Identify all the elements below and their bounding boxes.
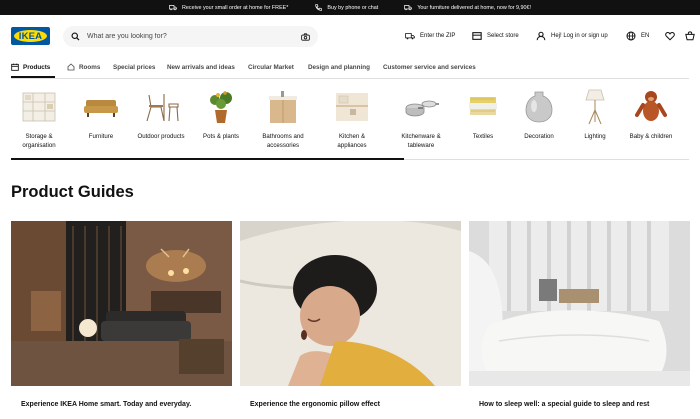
header-actions: Enter the ZIP Select store Hej! Log in o…: [405, 28, 699, 44]
delivery-truck-icon: [404, 5, 413, 11]
category-pots-plants[interactable]: Pots & plants: [193, 87, 249, 141]
tab-label: Design and planning: [308, 63, 370, 71]
guide-card-title[interactable]: Experience IKEA Home smart. Today and ev…: [21, 401, 191, 408]
heart-icon: [665, 32, 675, 41]
storage-image: [19, 87, 59, 127]
login-button[interactable]: Hej! Log in or sign up: [536, 31, 626, 41]
main-nav: Products Rooms Special prices New arriva…: [11, 58, 483, 78]
kitchen-image: [332, 87, 372, 127]
delivery-truck-icon: [169, 5, 177, 11]
living-room-image: [11, 221, 232, 386]
promo-text: Buy by phone or chat: [327, 4, 379, 11]
tab-special-prices[interactable]: Special prices: [113, 58, 167, 76]
promo-item-phone[interactable]: Buy by phone or chat: [314, 4, 378, 11]
guide-card-pillow[interactable]: Experience the ergonomic pillow effect: [240, 221, 461, 408]
user-icon: [536, 31, 546, 41]
bathroom-cabinet-image: [263, 87, 303, 127]
tab-label: Customer service and services: [383, 63, 476, 71]
nav-divider: [11, 78, 689, 79]
logo-text: IKEA: [18, 30, 43, 42]
ikea-logo[interactable]: IKEA: [11, 27, 50, 45]
favourites-button[interactable]: [665, 31, 685, 41]
category-bathrooms[interactable]: Bathrooms and accessories: [255, 87, 311, 151]
category-furniture[interactable]: Furniture: [73, 87, 129, 141]
shopping-bag-icon: [685, 31, 695, 41]
category-label: Bathrooms and accessories: [262, 133, 304, 150]
guide-card-title[interactable]: Experience the ergonomic pillow effect: [250, 401, 380, 408]
store-icon: [472, 32, 482, 40]
sleeping-person-image: [240, 221, 461, 386]
tab-new-arrivals[interactable]: New arrivals and ideas: [167, 58, 248, 76]
language-selector[interactable]: EN: [626, 31, 665, 41]
tab-label: Circular Market: [248, 63, 294, 71]
guide-card-smart-home[interactable]: Experience IKEA Home smart. Today and ev…: [11, 221, 232, 408]
login-label: Hej! Log in or sign up: [551, 33, 608, 39]
promo-text: Receive your small order at home for FRE…: [182, 4, 289, 11]
cart-button[interactable]: [685, 31, 699, 41]
lamp-image: [575, 87, 615, 127]
phone-icon: [315, 4, 323, 11]
enter-zip-label: Enter the ZIP: [420, 33, 456, 39]
tab-label: Special prices: [113, 63, 156, 71]
tab-label: New arrivals and ideas: [167, 63, 235, 71]
calendar-icon: [11, 63, 19, 71]
promo-item-free-delivery[interactable]: Receive your small order at home for FRE…: [169, 4, 288, 11]
category-outdoor[interactable]: Outdoor products: [133, 87, 189, 141]
delivery-truck-icon: [405, 33, 415, 40]
sofa-image: [81, 87, 121, 127]
guide-card-sleep[interactable]: How to sleep well: a special guide to sl…: [469, 221, 690, 408]
enter-zip-button[interactable]: Enter the ZIP: [405, 31, 472, 41]
outdoor-furniture-image: [141, 87, 181, 127]
tab-label: Rooms: [79, 63, 101, 71]
category-label: Kitchen & appliances: [337, 133, 367, 150]
category-label: Baby & children: [629, 133, 673, 140]
category-kitchenware[interactable]: Kitchenware & tableware: [393, 87, 449, 151]
carousel-scroll-indicator[interactable]: [11, 158, 404, 160]
section-title: Product Guides: [11, 183, 134, 201]
select-store-label: Select store: [487, 33, 519, 39]
tab-design-planning[interactable]: Design and planning: [308, 58, 383, 76]
search-bar[interactable]: [63, 26, 318, 47]
category-carousel: Storage & organisation Furniture Outdoor …: [11, 87, 700, 157]
promo-text: Your furniture delivered at home, now fo…: [417, 4, 531, 11]
tab-circular-market[interactable]: Circular Market: [248, 58, 308, 76]
plant-image: [201, 87, 241, 127]
home-icon: [67, 63, 75, 71]
vase-image: [519, 87, 559, 127]
search-input[interactable]: [87, 28, 301, 45]
tab-customer-service[interactable]: Customer service and services: [383, 58, 483, 76]
guide-card-title[interactable]: How to sleep well: a special guide to sl…: [479, 401, 649, 408]
tab-products[interactable]: Products: [11, 58, 67, 76]
promo-bar: Receive your small order at home for FRE…: [0, 0, 700, 15]
textiles-image: [463, 87, 503, 127]
language-label: EN: [641, 33, 650, 39]
promo-item-furniture-delivery[interactable]: Your furniture delivered at home, now fo…: [404, 4, 531, 11]
search-icon[interactable]: [71, 32, 80, 41]
tab-label: Products: [23, 63, 51, 71]
bedroom-pillow-image: [469, 221, 690, 386]
category-storage[interactable]: Storage & organisation: [11, 87, 67, 151]
select-store-button[interactable]: Select store: [472, 31, 536, 41]
tab-rooms[interactable]: Rooms: [67, 58, 113, 76]
plush-toy-image: [631, 87, 671, 127]
globe-icon: [626, 31, 636, 41]
category-kitchen[interactable]: Kitchen & appliances: [324, 87, 380, 151]
logo-oval: IKEA: [14, 30, 47, 42]
cookware-image: [401, 87, 441, 127]
category-baby-children[interactable]: Baby & children: [623, 87, 679, 141]
camera-icon[interactable]: [301, 32, 310, 41]
